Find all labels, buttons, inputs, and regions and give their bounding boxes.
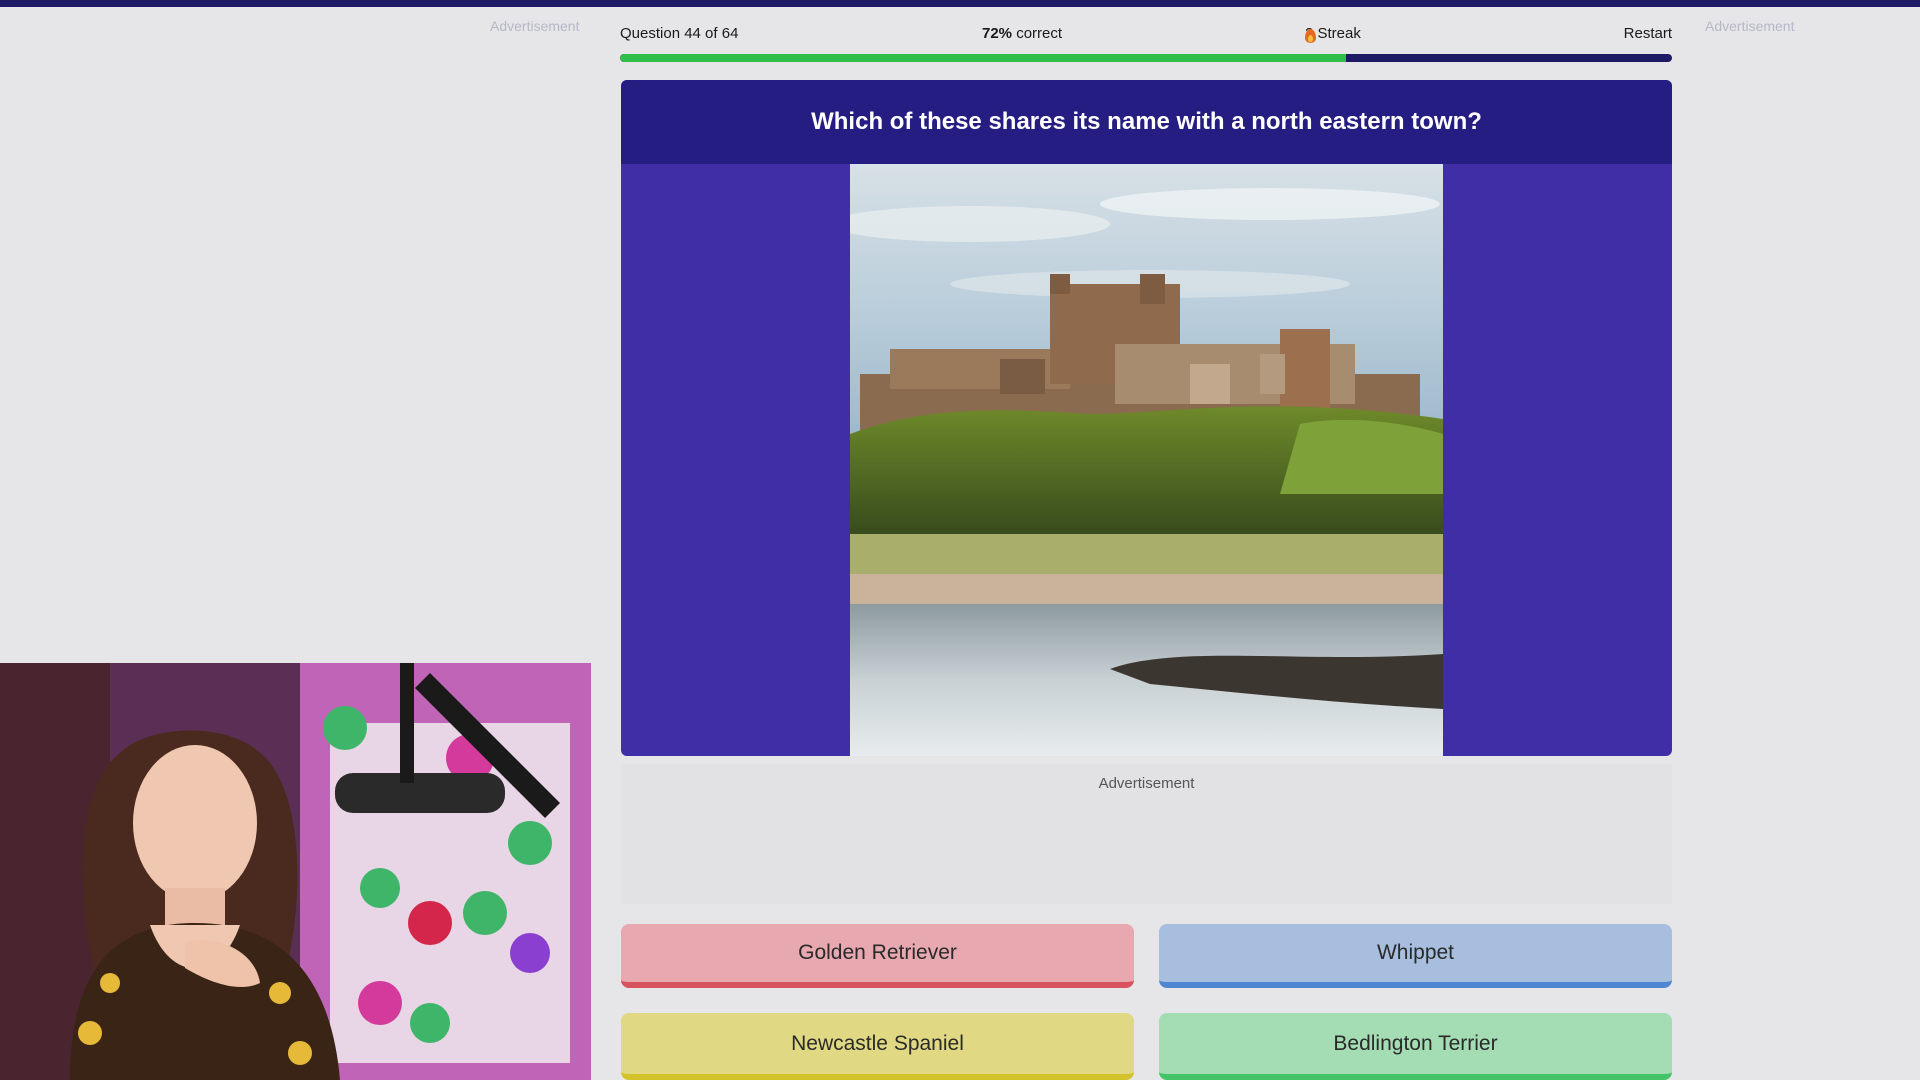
percent-suffix: correct — [1012, 25, 1063, 42]
percent-correct: 72% correct — [982, 25, 1062, 42]
question-text: Which of these shares its name with a no… — [811, 108, 1482, 135]
top-strip — [0, 0, 1920, 7]
answer-button-whippet[interactable]: Whippet — [1159, 924, 1672, 988]
streak: 2 Streak — [1305, 25, 1361, 43]
answer-button-bedlington-terrier[interactable]: Bedlington Terrier — [1159, 1013, 1672, 1080]
advertisement-box: Advertisement — [621, 764, 1672, 904]
progress-fill — [620, 54, 1346, 62]
question-card: Which of these shares its name with a no… — [621, 80, 1672, 756]
question-header: Which of these shares its name with a no… — [621, 80, 1672, 164]
progress-header: Question 44 of 64 72% correct 2 Streak R… — [620, 22, 1672, 46]
answer-button-newcastle-spaniel[interactable]: Newcastle Spaniel — [621, 1013, 1134, 1080]
advertisement-label-right: Advertisement — [1705, 18, 1795, 34]
progress-bar — [620, 54, 1672, 62]
streamer-webcam — [0, 663, 591, 1080]
restart-link[interactable]: Restart — [1624, 25, 1672, 42]
advertisement-label-center: Advertisement — [1098, 775, 1195, 792]
advertisement-label-left: Advertisement — [490, 18, 580, 34]
percent-value: 72% — [982, 25, 1013, 42]
beach — [850, 574, 1443, 604]
answer-button-golden-retriever[interactable]: Golden Retriever — [621, 924, 1134, 988]
question-counter: Question 44 of 64 — [620, 25, 739, 42]
question-image — [850, 164, 1443, 756]
flame-icon — [1305, 28, 1316, 43]
dune-grass — [850, 534, 1443, 579]
